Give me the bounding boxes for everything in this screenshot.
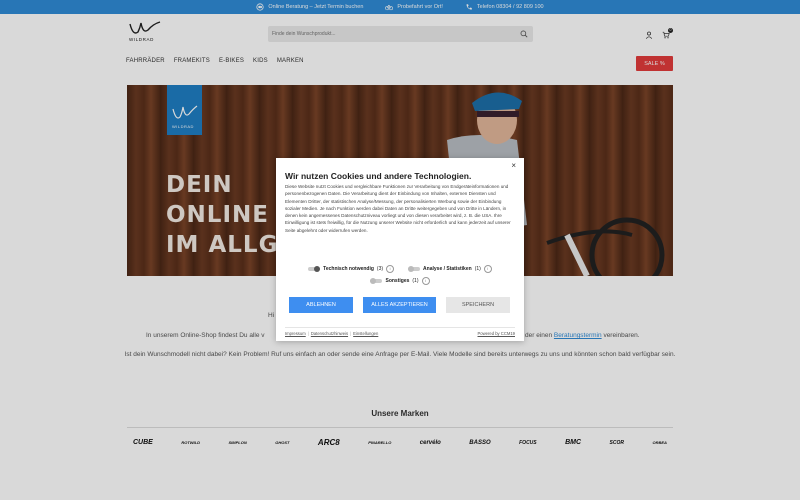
toggle-analysis-label: Analyse / Statistiken xyxy=(423,266,472,272)
toggle-other-label: Sonstiges xyxy=(385,278,410,284)
toggle-analysis-count: (1) xyxy=(474,266,481,272)
info-icon[interactable]: i xyxy=(421,277,430,285)
toggle-analysis-switch[interactable] xyxy=(408,266,421,272)
close-icon[interactable]: × xyxy=(511,161,516,170)
save-button[interactable]: SPEICHERN xyxy=(446,297,510,313)
toggle-technical-switch[interactable] xyxy=(308,266,321,272)
powered-by-link[interactable]: Powered by CCM19 xyxy=(478,331,515,336)
footer-links: Impressum | Datenschutzhinweis | Einstellung… xyxy=(285,331,379,336)
cookie-toggle-row-2: Sonstiges (1) i xyxy=(276,277,524,285)
info-icon[interactable]: i xyxy=(386,265,395,273)
cookie-dialog-title: Wir nutzen Cookies und andere Technologi… xyxy=(285,171,472,181)
toggle-technical-label: Technisch notwendig xyxy=(323,266,374,272)
settings-link[interactable]: Einstellungen xyxy=(353,331,378,336)
imprint-link[interactable]: Impressum xyxy=(285,331,306,336)
cookie-dialog-footer: Impressum | Datenschutzhinweis | Einstellung… xyxy=(285,327,515,336)
toggle-other[interactable]: Sonstiges (1) i xyxy=(370,277,430,285)
cookie-consent-dialog: × Wir nutzen Cookies und andere Technolo… xyxy=(276,158,524,341)
info-icon[interactable]: i xyxy=(483,265,492,273)
toggle-technical[interactable]: Technisch notwendig (3) i xyxy=(308,265,395,273)
toggle-other-switch[interactable] xyxy=(370,278,383,284)
toggle-technical-count: (3) xyxy=(376,266,384,272)
decline-button[interactable]: ABLEHNEN xyxy=(289,297,353,313)
toggle-analysis[interactable]: Analyse / Statistiken (1) i xyxy=(408,265,492,273)
privacy-link[interactable]: Datenschutzhinweis xyxy=(311,331,348,336)
cookie-dialog-body: Diese Website nutzt Cookies und vergleic… xyxy=(285,184,511,233)
toggle-other-count: (1) xyxy=(412,278,419,284)
accept-all-button[interactable]: ALLES AKZEPTIEREN xyxy=(363,297,436,313)
cookie-toggle-row-1: Technisch notwendig (3) i Analyse / Stat… xyxy=(276,265,524,273)
